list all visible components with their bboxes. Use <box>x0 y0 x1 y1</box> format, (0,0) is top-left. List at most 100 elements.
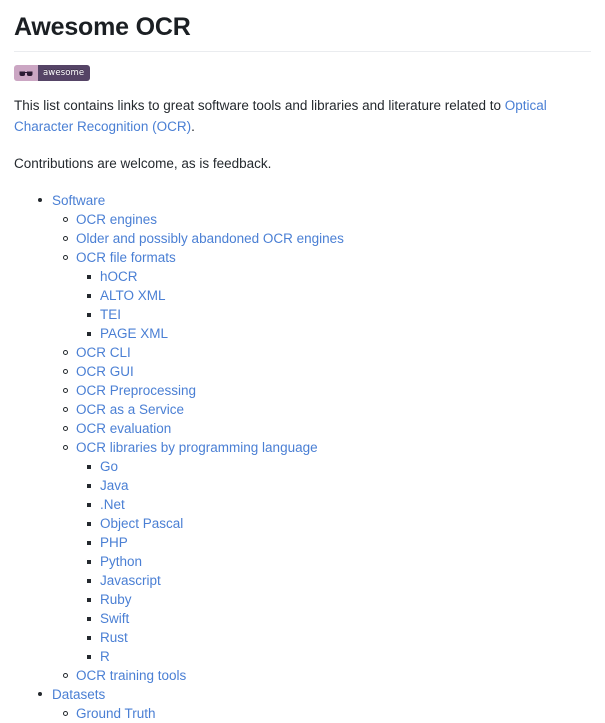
toc-item-ocr-file-formats: OCR file formats hOCR ALTO XML TEI PAGE … <box>52 248 591 343</box>
toc-item-ocr-cli: OCR CLI <box>52 343 591 362</box>
toc-item-alto-xml: ALTO XML <box>76 286 591 305</box>
toc-link-ocr-gui[interactable]: OCR GUI <box>76 364 134 379</box>
toc-link-ocr-libraries[interactable]: OCR libraries by programming language <box>76 440 318 455</box>
circle-bullet-icon <box>63 426 68 432</box>
toc-item-go: Go <box>76 457 591 476</box>
toc-link-ruby[interactable]: Ruby <box>100 592 132 607</box>
awesome-badge-label: awesome <box>38 65 91 82</box>
circle-bullet-icon <box>63 236 68 242</box>
intro-paragraph: This list contains links to great softwa… <box>14 96 591 138</box>
toc-item-ocr-gui: OCR GUI <box>52 362 591 381</box>
circle-bullet-icon <box>63 711 68 717</box>
toc-link-ocr-cli[interactable]: OCR CLI <box>76 345 131 360</box>
circle-bullet-icon <box>63 369 68 375</box>
circle-bullet-icon <box>63 350 68 356</box>
toc-item-datasets: Datasets Ground Truth <box>14 685 591 723</box>
toc-item-dotnet: .Net <box>76 495 591 514</box>
toc-sublist-file-formats: hOCR ALTO XML TEI PAGE XML <box>76 267 591 343</box>
toc-item-ocr-as-a-service: OCR as a Service <box>52 400 591 419</box>
toc-sublist-datasets: Ground Truth <box>52 704 591 723</box>
toc-item-ocr-libraries: OCR libraries by programming language Go… <box>52 438 591 666</box>
intro-text-2: . <box>191 119 195 135</box>
toc-link-rust[interactable]: Rust <box>100 630 128 645</box>
disc-bullet-icon <box>38 198 42 203</box>
toc-item-python: Python <box>76 552 591 571</box>
circle-bullet-icon <box>63 673 68 679</box>
square-bullet-icon <box>87 275 91 280</box>
toc-item-java: Java <box>76 476 591 495</box>
toc-link-datasets[interactable]: Datasets <box>52 687 105 702</box>
toc-item-r: R <box>76 647 591 666</box>
toc-item-ground-truth: Ground Truth <box>52 704 591 723</box>
readme-document: Awesome OCR awesome This list contains l… <box>0 0 605 723</box>
toc-link-page-xml[interactable]: PAGE XML <box>100 326 168 341</box>
sunglasses-icon <box>14 65 38 82</box>
toc-sublist-software: OCR engines Older and possibly abandoned… <box>52 210 591 685</box>
square-bullet-icon <box>87 484 91 489</box>
toc-item-ruby: Ruby <box>76 590 591 609</box>
square-bullet-icon <box>87 313 91 318</box>
square-bullet-icon <box>87 579 91 584</box>
toc-link-ocr-evaluation[interactable]: OCR evaluation <box>76 421 171 436</box>
square-bullet-icon <box>87 598 91 603</box>
toc-item-ocr-engines: OCR engines <box>52 210 591 229</box>
toc-item-software: Software OCR engines Older and possibly … <box>14 191 591 685</box>
toc-link-php[interactable]: PHP <box>100 535 128 550</box>
toc-link-ocr-preprocessing[interactable]: OCR Preprocessing <box>76 383 196 398</box>
toc-link-javascript[interactable]: Javascript <box>100 573 161 588</box>
toc-item-ocr-preprocessing: OCR Preprocessing <box>52 381 591 400</box>
toc-item-page-xml: PAGE XML <box>76 324 591 343</box>
page-title: Awesome OCR <box>14 13 191 41</box>
square-bullet-icon <box>87 560 91 565</box>
contributions-paragraph: Contributions are welcome, as is feedbac… <box>14 154 591 175</box>
square-bullet-icon <box>87 541 91 546</box>
toc-link-ocr-as-a-service[interactable]: OCR as a Service <box>76 402 184 417</box>
toc-link-swift[interactable]: Swift <box>100 611 129 626</box>
toc-link-go[interactable]: Go <box>100 459 118 474</box>
intro-text-1: This list contains links to great softwa… <box>14 98 505 114</box>
toc-item-ocr-training-tools: OCR training tools <box>52 666 591 685</box>
toc-link-older-engines[interactable]: Older and possibly abandoned OCR engines <box>76 231 344 246</box>
circle-bullet-icon <box>63 445 68 451</box>
toc-item-ocr-evaluation: OCR evaluation <box>52 419 591 438</box>
toc-sublist-languages: Go Java .Net Object Pascal PHP Python Ja… <box>76 457 591 666</box>
toc-link-python[interactable]: Python <box>100 554 142 569</box>
toc-link-alto-xml[interactable]: ALTO XML <box>100 288 166 303</box>
toc-link-object-pascal[interactable]: Object Pascal <box>100 516 183 531</box>
toc-link-ocr-file-formats[interactable]: OCR file formats <box>76 250 176 265</box>
circle-bullet-icon <box>63 388 68 394</box>
square-bullet-icon <box>87 655 91 660</box>
toc-item-hocr: hOCR <box>76 267 591 286</box>
square-bullet-icon <box>87 294 91 299</box>
toc-item-tei: TEI <box>76 305 591 324</box>
toc-item-older-engines: Older and possibly abandoned OCR engines <box>52 229 591 248</box>
toc-item-object-pascal: Object Pascal <box>76 514 591 533</box>
table-of-contents: Software OCR engines Older and possibly … <box>14 191 591 723</box>
toc-link-dotnet[interactable]: .Net <box>100 497 125 512</box>
toc-link-ground-truth[interactable]: Ground Truth <box>76 706 156 721</box>
square-bullet-icon <box>87 332 91 337</box>
toc-link-r[interactable]: R <box>100 649 110 664</box>
toc-link-java[interactable]: Java <box>100 478 129 493</box>
awesome-badge[interactable]: awesome <box>14 65 91 82</box>
square-bullet-icon <box>87 465 91 470</box>
toc-link-software[interactable]: Software <box>52 193 105 208</box>
toc-link-tei[interactable]: TEI <box>100 307 121 322</box>
square-bullet-icon <box>87 636 91 641</box>
circle-bullet-icon <box>63 255 68 261</box>
toc-item-rust: Rust <box>76 628 591 647</box>
badge-row: awesome <box>14 65 591 82</box>
toc-item-javascript: Javascript <box>76 571 591 590</box>
toc-link-hocr[interactable]: hOCR <box>100 269 138 284</box>
disc-bullet-icon <box>38 692 42 697</box>
title-divider <box>14 51 591 53</box>
toc-item-php: PHP <box>76 533 591 552</box>
square-bullet-icon <box>87 503 91 508</box>
toc-link-ocr-engines[interactable]: OCR engines <box>76 212 157 227</box>
circle-bullet-icon <box>63 407 68 413</box>
contributions-text: Contributions are welcome, as is feedbac… <box>14 156 272 172</box>
toc-link-ocr-training-tools[interactable]: OCR training tools <box>76 668 186 683</box>
square-bullet-icon <box>87 522 91 527</box>
square-bullet-icon <box>87 617 91 622</box>
circle-bullet-icon <box>63 217 68 223</box>
